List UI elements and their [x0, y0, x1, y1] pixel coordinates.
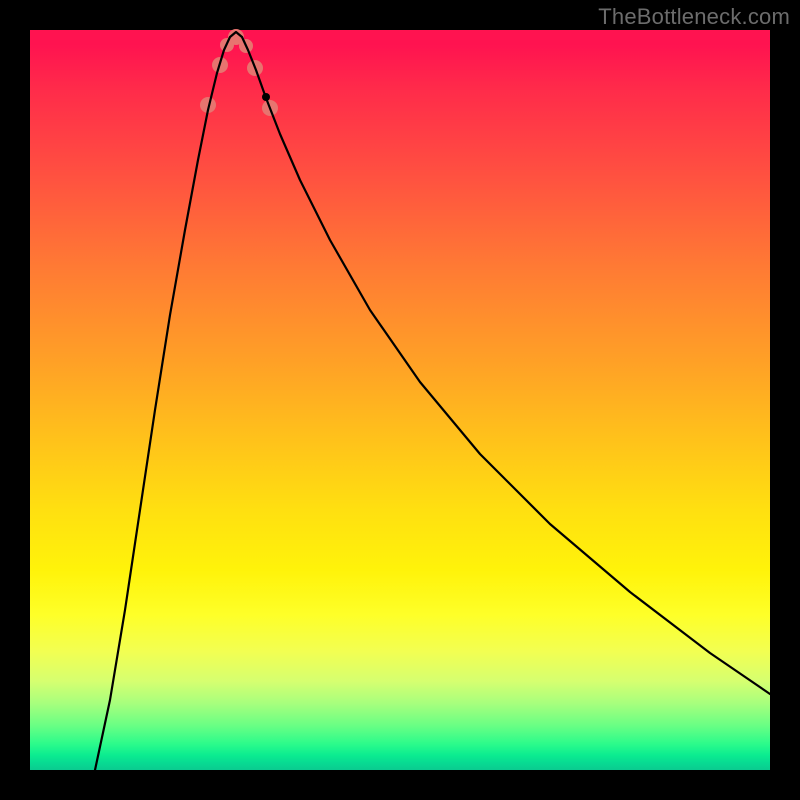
watermark-text: TheBottleneck.com	[598, 4, 790, 30]
bottleneck-curve	[95, 32, 770, 770]
chart-frame: TheBottleneck.com	[0, 0, 800, 800]
plot-area	[30, 30, 770, 770]
curve-svg	[30, 30, 770, 770]
markers-group	[200, 29, 278, 116]
